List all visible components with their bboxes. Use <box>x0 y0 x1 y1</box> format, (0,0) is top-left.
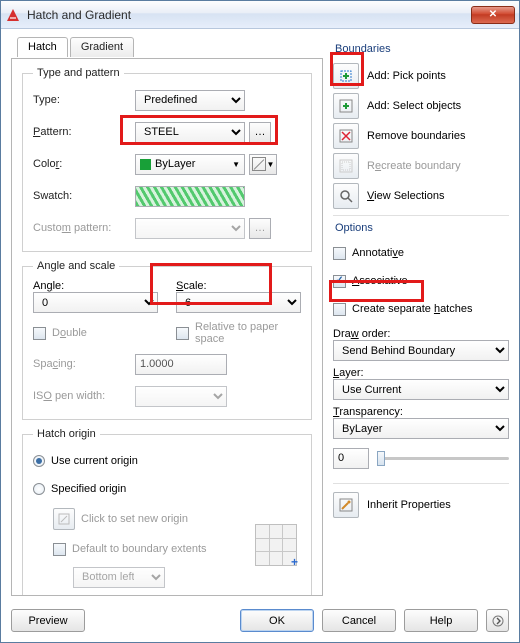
add-pick-points-button[interactable] <box>333 63 359 89</box>
extents-position-select: Bottom left <box>73 567 165 588</box>
type-select[interactable]: Predefined <box>135 90 245 111</box>
spacing-label: Spacing: <box>33 358 135 370</box>
relative-label: Relative to paper space <box>195 321 301 345</box>
pattern-select[interactable]: STEEL <box>135 122 245 143</box>
iso-pen-select <box>135 386 227 407</box>
legend-type-pattern: Type and pattern <box>33 67 124 79</box>
add-select-objects-button[interactable] <box>333 93 359 119</box>
add-pick-points-label: Add: Pick points <box>367 70 446 82</box>
angle-select[interactable]: 0 <box>33 292 158 313</box>
default-extents-checkbox <box>53 543 66 556</box>
specified-origin-radio[interactable] <box>33 483 45 495</box>
help-button[interactable]: Help <box>404 609 478 632</box>
swatch-preview[interactable] <box>135 186 245 207</box>
group-angle-scale: Angle and scale Angle: 0 Scale: 6 <box>22 260 312 420</box>
specified-origin-label: Specified origin <box>51 483 126 495</box>
pattern-browse-button[interactable]: … <box>249 122 271 143</box>
double-checkbox <box>33 327 46 340</box>
transparency-slider[interactable] <box>377 448 509 468</box>
type-label: Type: <box>33 94 135 106</box>
view-selections-button[interactable] <box>333 183 359 209</box>
draw-order-select[interactable]: Send Behind Boundary <box>333 340 509 361</box>
create-separate-label: Create separate hatches <box>352 303 472 315</box>
layer-select[interactable]: Use Current <box>333 379 509 400</box>
scale-select[interactable]: 6 <box>176 292 301 313</box>
close-button[interactable]: ✕ <box>471 6 515 24</box>
legend-hatch-origin: Hatch origin <box>33 428 100 440</box>
chevron-right-icon <box>492 615 504 627</box>
add-select-objects-label: Add: Select objects <box>367 100 461 112</box>
ok-button[interactable]: OK <box>240 609 314 632</box>
preview-button[interactable]: Preview <box>11 609 85 632</box>
app-logo-icon <box>5 7 21 23</box>
default-extents-label: Default to boundary extents <box>72 543 207 555</box>
options-title: Options <box>335 222 509 234</box>
tab-panel-hatch: Type and pattern Type: Predefined PPatte… <box>11 58 323 596</box>
custom-pattern-browse-button: … <box>249 218 271 239</box>
cancel-button[interactable]: Cancel <box>322 609 396 632</box>
spacing-input <box>135 354 227 375</box>
expand-button[interactable] <box>486 609 509 632</box>
window-title: Hatch and Gradient <box>27 8 131 22</box>
group-hatch-origin: Hatch origin Use current origin Specifie… <box>22 428 312 596</box>
transparency-value-input[interactable] <box>333 448 369 469</box>
color-select[interactable]: ByLayer▼ <box>135 154 245 175</box>
tab-gradient[interactable]: Gradient <box>70 37 134 57</box>
double-label: Double <box>52 327 87 339</box>
associative-checkbox[interactable] <box>333 275 346 288</box>
pattern-label: PPattern:attern: <box>33 126 135 138</box>
annotative-label: Annotative <box>352 247 404 259</box>
transparency-select[interactable]: ByLayer <box>333 418 509 439</box>
remove-boundaries-button[interactable] <box>333 123 359 149</box>
recreate-boundary-button <box>333 153 359 179</box>
custom-pattern-label: Custom pattern: <box>33 222 135 234</box>
scale-label: Scale: <box>176 280 301 292</box>
angle-label: Angle: <box>33 280 158 292</box>
custom-pattern-select <box>135 218 245 239</box>
boundaries-title: Boundaries <box>335 43 509 55</box>
associative-label: Associative <box>352 275 408 287</box>
use-current-origin-label: Use current origin <box>51 455 138 467</box>
relative-checkbox <box>176 327 189 340</box>
swatch-label: Swatch: <box>33 190 135 202</box>
dialog-window: Hatch and Gradient ✕ Hatch Gradient Type… <box>0 0 520 643</box>
layer-label: Layer: <box>333 367 509 379</box>
set-new-origin-button <box>53 508 75 530</box>
create-separate-checkbox[interactable] <box>333 303 346 316</box>
use-current-origin-radio[interactable] <box>33 455 45 467</box>
background-color-button[interactable]: ▼ <box>249 154 277 175</box>
transparency-label: Transparency: <box>333 406 509 418</box>
inherit-properties-button[interactable] <box>333 492 359 518</box>
color-swatch-icon <box>140 159 151 170</box>
iso-pen-label: ISO pen width: <box>33 390 135 402</box>
title-bar: Hatch and Gradient ✕ <box>1 1 519 29</box>
recreate-boundary-label: Recreate boundary <box>367 160 461 172</box>
origin-preview-icon <box>255 524 297 566</box>
draw-order-label: Draw order: <box>333 328 509 340</box>
group-type-pattern: Type and pattern Type: Predefined PPatte… <box>22 67 312 252</box>
color-label: Color: <box>33 158 135 170</box>
legend-angle-scale: Angle and scale <box>33 260 119 272</box>
none-color-icon <box>252 157 266 171</box>
inherit-properties-label: Inherit Properties <box>367 499 451 511</box>
view-selections-label: View Selections <box>367 190 444 202</box>
annotative-checkbox[interactable] <box>333 247 346 260</box>
remove-boundaries-label: Remove boundaries <box>367 130 465 142</box>
tab-hatch[interactable]: Hatch <box>17 37 68 57</box>
set-new-origin-label: Click to set new origin <box>81 513 188 525</box>
